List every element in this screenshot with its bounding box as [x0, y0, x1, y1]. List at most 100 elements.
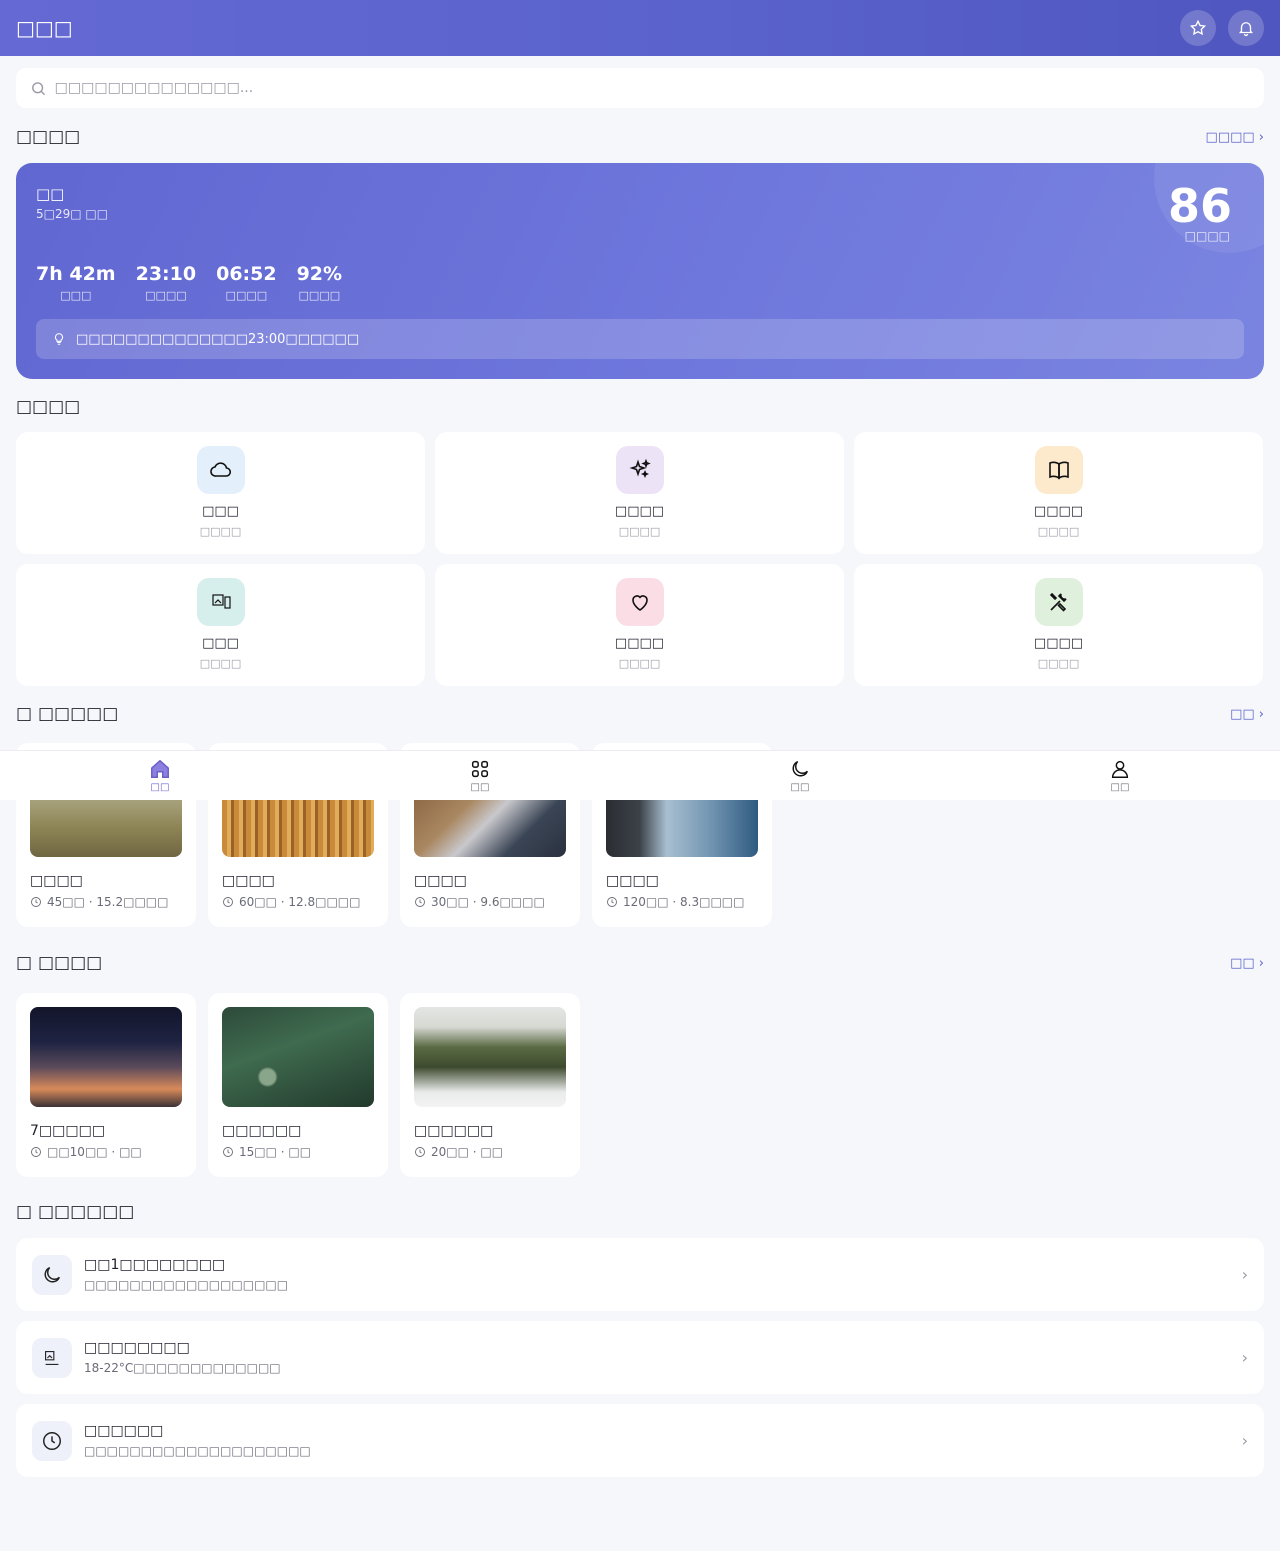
- heart-icon: [631, 595, 648, 611]
- tips-list: □□1□□□□□□□□ □□□□□□□□□□□□□□□□□□ › □□□□□□□…: [16, 1238, 1264, 1477]
- courses-more-link[interactable]: □□ ›: [1230, 956, 1264, 971]
- tab-label: □□: [470, 782, 490, 793]
- moon-icon: [44, 1266, 61, 1282]
- stat-label: □□□□: [298, 289, 341, 302]
- course-meta: □□10□□ · □□: [30, 1145, 182, 1159]
- cloud-icon: [209, 462, 231, 477]
- moon-icon: [792, 760, 809, 777]
- sleep-summary-card[interactable]: □□ 5□29□ □□ 86 □□□□ 7h 42m □□□ 23:10 □□□…: [16, 163, 1264, 379]
- course-card[interactable]: 7□□□□□ □□10□□ · □□: [16, 993, 196, 1177]
- tip-item[interactable]: □□1□□□□□□□□ □□□□□□□□□□□□□□□□□□ ›: [16, 1238, 1264, 1311]
- stat-label: □□□: [60, 289, 92, 302]
- course-meta: 15□□ · □□: [222, 1145, 374, 1159]
- course-meta: 20□□ · □□: [414, 1145, 566, 1159]
- broken-image-icon: [211, 594, 231, 609]
- sound-title: □□□□: [222, 873, 275, 889]
- tab-explore[interactable]: □□: [320, 751, 640, 800]
- quick-item-sub: □□□□: [1037, 657, 1080, 670]
- tip-icon-box: [32, 1337, 72, 1378]
- course-card[interactable]: □□□□□□ 20□□ · □□: [400, 993, 580, 1177]
- tab-sleep[interactable]: □□: [640, 751, 960, 800]
- sound-meta: 60□□ · 12.8□□□□: [222, 895, 374, 909]
- quick-item[interactable]: □□□ □□□□: [16, 432, 425, 554]
- sound-title: □□□□: [606, 873, 659, 889]
- quick-item-name: □□□: [202, 504, 239, 519]
- tip-item[interactable]: □□□□□□ □□□□□□□□□□□□□□□□□□□□ ›: [16, 1404, 1264, 1477]
- sound-meta-text: 120□□ · 8.3□□□□: [623, 895, 745, 909]
- course-title: □□□□□□: [414, 1123, 494, 1139]
- quick-section-title: □□□□: [16, 397, 81, 417]
- quick-grid: □□□ □□□□ □□□□ □□□□ □□□□ □□□□ □□□ □□□□ □□…: [16, 432, 1264, 686]
- quick-item[interactable]: □□□□ □□□□: [854, 564, 1263, 686]
- quick-item[interactable]: □□□ □□□□: [16, 564, 425, 686]
- bottom-tab-bar: □□ □□ □□ □□: [0, 750, 1280, 800]
- quick-item[interactable]: □□□□ □□□□: [435, 432, 844, 554]
- course-card[interactable]: □□□□□□ 15□□ · □□: [208, 993, 388, 1177]
- course-thumbnail: [222, 1007, 374, 1107]
- quick-icon-box: [615, 578, 664, 626]
- clock-icon: [43, 1431, 61, 1450]
- search-input[interactable]: [54, 80, 1250, 96]
- sleep-date: 5□29□ □□: [36, 207, 109, 221]
- tip-subtitle: □□□□□□□□□□□□□□□□□□: [84, 1278, 289, 1292]
- quick-item[interactable]: □□□□ □□□□: [435, 564, 844, 686]
- grid-icon: [471, 760, 489, 778]
- search-bar[interactable]: [16, 68, 1264, 108]
- tip-icon-box: [32, 1254, 72, 1295]
- stat-value: 23:10: [135, 263, 197, 285]
- clock-icon: [415, 897, 425, 907]
- sounds-more-link[interactable]: □□ ›: [1230, 707, 1264, 722]
- quick-item-sub: □□□□: [199, 657, 242, 670]
- sound-meta-text: 30□□ · 9.6□□□□: [431, 895, 545, 909]
- stat-label: □□□□: [145, 289, 187, 302]
- notification-button[interactable]: [1228, 10, 1264, 46]
- clock-icon: [223, 1147, 233, 1157]
- course-title: 7□□□□□: [30, 1123, 106, 1139]
- bell-icon: [1239, 22, 1253, 37]
- tip-subtitle: 18-22°C□□□□□□□□□□□□□: [84, 1361, 281, 1375]
- tip-title: □□□□□□□□: [84, 1340, 190, 1356]
- sleep-stats: 7h 42m □□□ 23:10 □□□□ 06:52 □□□□ 92% □□□…: [36, 263, 342, 302]
- sounds-section-title: □ □□□□□: [16, 704, 119, 724]
- sleep-score-label: □□□□: [1184, 229, 1230, 243]
- quick-item-sub: □□□□: [199, 525, 242, 538]
- tab-home[interactable]: □□: [0, 751, 320, 800]
- courses-section-title: □ □□□□: [16, 953, 103, 973]
- course-title: □□□□□□: [222, 1123, 302, 1139]
- quick-icon-box: [196, 578, 245, 626]
- tip-item[interactable]: □□□□□□□□ 18-22°C□□□□□□□□□□□□□ ›: [16, 1321, 1264, 1394]
- app-header: □□□: [0, 0, 1280, 56]
- sleep-stat: 7h 42m □□□: [36, 263, 116, 302]
- sleep-label: □□: [36, 185, 65, 203]
- courses-row: 7□□□□□ □□10□□ · □□ □□□□□□ 15□□ · □□ □□□□…: [16, 993, 580, 1177]
- tools-icon: [1049, 592, 1067, 612]
- tab-profile[interactable]: □□: [960, 751, 1280, 800]
- quick-item-name: □□□□: [1033, 504, 1084, 519]
- sleep-tip-text: □□□□□□□□□□□□□□23:00□□□□□□: [76, 331, 360, 347]
- course-thumbnail: [414, 1007, 566, 1107]
- tab-label: □□: [790, 782, 810, 793]
- star-icon: [1189, 19, 1207, 36]
- sound-meta: 45□□ · 15.2□□□□: [30, 895, 182, 909]
- stat-value: 92%: [296, 263, 343, 285]
- book-icon: [1048, 461, 1069, 480]
- quick-item-name: □□□: [202, 636, 239, 651]
- sound-title: □□□□: [414, 873, 467, 889]
- chevron-right-icon: ›: [1241, 1431, 1248, 1450]
- sleep-report-link[interactable]: □□□□ ›: [1206, 130, 1264, 145]
- clock-icon: [31, 897, 41, 907]
- tip-icon-box: [32, 1420, 72, 1461]
- quick-item-name: □□□□: [614, 504, 665, 519]
- quick-item-name: □□□□: [1033, 636, 1084, 651]
- course-meta-text: □□10□□ · □□: [47, 1145, 142, 1159]
- sound-meta-text: 60□□ · 12.8□□□□: [239, 895, 361, 909]
- stat-value: 06:52: [216, 263, 277, 285]
- lightbulb-icon: [54, 333, 64, 345]
- quick-icon-box: [615, 446, 664, 494]
- favorite-button[interactable]: [1180, 10, 1216, 46]
- search-icon: [32, 81, 46, 95]
- quick-item[interactable]: □□□□ □□□□: [854, 432, 1263, 554]
- tip-title: □□1□□□□□□□□: [84, 1257, 226, 1273]
- quick-item-sub: □□□□: [618, 525, 661, 538]
- quick-item-sub: □□□□: [1037, 525, 1080, 538]
